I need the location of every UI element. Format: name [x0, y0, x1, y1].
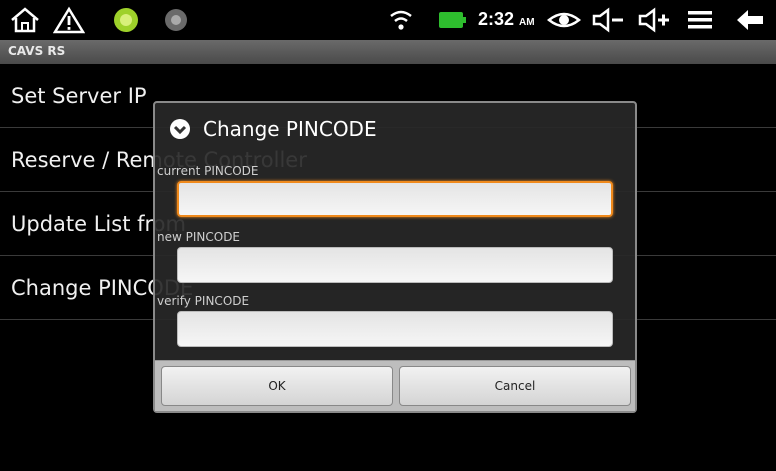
- list-item-label: Set Server IP: [11, 84, 147, 108]
- new-pincode-label: new PINCODE: [157, 230, 241, 244]
- new-pincode-input[interactable]: [177, 247, 613, 283]
- eye-icon[interactable]: [546, 6, 582, 34]
- current-pincode-input[interactable]: [177, 181, 613, 217]
- clock: 2:32 AM: [478, 9, 535, 29]
- home-icon[interactable]: [8, 6, 42, 34]
- green-circle-icon[interactable]: [112, 6, 140, 34]
- app-icon[interactable]: [162, 6, 190, 34]
- app-title: CAVS RS: [8, 44, 66, 58]
- dialog-title: Change PINCODE: [169, 117, 377, 141]
- cancel-button[interactable]: Cancel: [399, 366, 631, 406]
- change-pincode-dialog: Change PINCODE current PINCODE new PINCO…: [153, 101, 637, 413]
- volume-up-icon[interactable]: [636, 6, 672, 34]
- dialog-button-bar: OK Cancel: [155, 360, 635, 411]
- verify-pincode-label: verify PINCODE: [157, 294, 250, 308]
- wifi-icon[interactable]: [386, 6, 416, 34]
- chevron-down-icon: [170, 119, 190, 139]
- current-pincode-label: current PINCODE: [157, 164, 259, 178]
- warning-icon[interactable]: [52, 6, 86, 34]
- dialog-title-text: Change PINCODE: [203, 117, 377, 141]
- status-bar: 2:32 AM: [0, 0, 776, 40]
- app-title-bar: CAVS RS: [0, 40, 776, 64]
- menu-icon[interactable]: [684, 6, 716, 34]
- battery-icon[interactable]: [436, 6, 468, 34]
- verify-pincode-input[interactable]: [177, 311, 613, 347]
- back-icon[interactable]: [734, 6, 768, 34]
- volume-down-icon[interactable]: [590, 6, 626, 34]
- ok-button[interactable]: OK: [161, 366, 393, 406]
